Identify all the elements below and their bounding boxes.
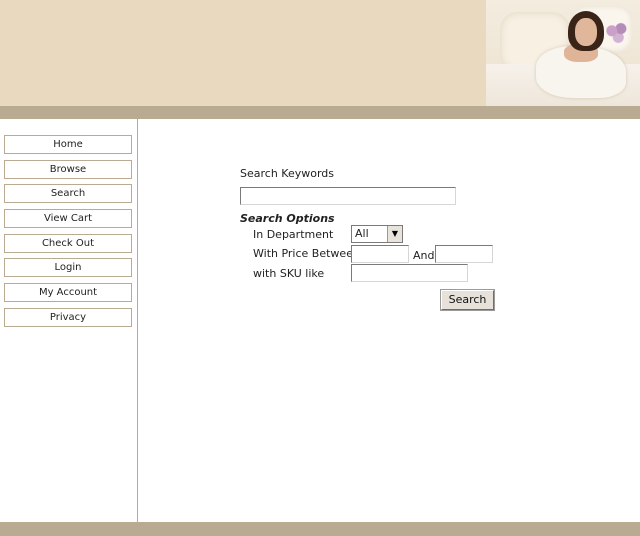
department-select[interactable]: All ▼ <box>351 225 403 243</box>
search-submit-button[interactable]: Search <box>440 289 495 311</box>
sidebar-item-home[interactable]: Home <box>4 135 132 154</box>
price-range-label: With Price Between <box>253 247 360 260</box>
department-selected-value: All <box>355 227 369 240</box>
footer-band <box>0 522 640 536</box>
search-keywords-label: Search Keywords <box>240 167 334 180</box>
department-label: In Department <box>253 228 334 241</box>
search-options-heading: Search Options <box>240 212 335 225</box>
sku-label: with SKU like <box>253 267 325 280</box>
sidebar-item-login[interactable]: Login <box>4 258 132 277</box>
page-header <box>0 0 640 106</box>
sidebar-item-my-account[interactable]: My Account <box>4 283 132 302</box>
sidebar-item-browse[interactable]: Browse <box>4 160 132 179</box>
header-divider-band <box>0 106 640 119</box>
sidebar-item-search[interactable]: Search <box>4 184 132 203</box>
search-keywords-input[interactable] <box>240 187 456 205</box>
hero-photo <box>486 0 640 106</box>
sidebar-item-privacy[interactable]: Privacy <box>4 308 132 327</box>
sidebar-item-check-out[interactable]: Check Out <box>4 234 132 253</box>
price-min-input[interactable] <box>351 245 409 263</box>
price-max-input[interactable] <box>435 245 493 263</box>
hero-flowers <box>604 22 630 44</box>
sidebar-nav: Home Browse Search View Cart Check Out L… <box>0 119 138 522</box>
chevron-down-icon[interactable]: ▼ <box>387 226 402 242</box>
price-and-label: And <box>413 249 435 262</box>
sku-input[interactable] <box>351 264 468 282</box>
sidebar-item-view-cart[interactable]: View Cart <box>4 209 132 228</box>
hero-figure-face <box>575 18 597 46</box>
